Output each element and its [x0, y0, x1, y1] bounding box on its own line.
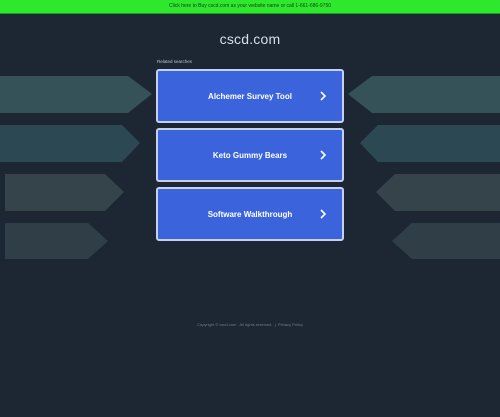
chevron-right-icon [320, 209, 327, 219]
related-link-software-walkthrough[interactable]: Software Walkthrough [156, 187, 344, 241]
related-link-keto-gummy-bears[interactable]: Keto Gummy Bears [156, 128, 344, 182]
related-link-alchemer-survey-tool[interactable]: Alchemer Survey Tool [156, 69, 344, 123]
related-link-label: Software Walkthrough [207, 209, 293, 219]
related-searches-label: Related searches [157, 59, 193, 64]
decor-shape [0, 76, 152, 113]
footer-separator: | [274, 322, 276, 327]
decor-shape [0, 125, 140, 162]
copyright-text: Copyright © cscd.com . All rights reserv… [197, 322, 273, 327]
decor-shape [5, 223, 108, 259]
footer: Copyright © cscd.com . All rights reserv… [0, 322, 500, 327]
buy-domain-banner[interactable]: Click here to Buy cscd.com as your websi… [0, 0, 500, 14]
domain-title: cscd.com [219, 31, 281, 47]
chevron-right-icon [320, 150, 327, 160]
decor-shape [5, 174, 124, 211]
decor-shape [392, 223, 500, 259]
related-link-label: Alchemer Survey Tool [208, 91, 292, 101]
privacy-policy-link[interactable]: Privacy Policy [278, 322, 303, 327]
chevron-right-icon [320, 91, 327, 101]
decor-shape [376, 174, 500, 211]
decor-shape [348, 76, 500, 113]
related-link-label: Keto Gummy Bears [212, 150, 288, 160]
decor-shape [360, 125, 500, 162]
